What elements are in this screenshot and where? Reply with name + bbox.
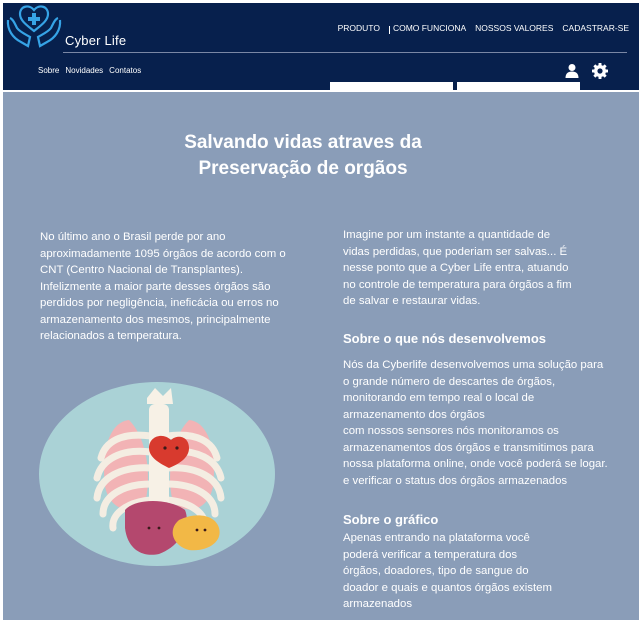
subnav-contatos[interactable]: Contatos [109,66,141,75]
user-icon[interactable] [564,63,580,79]
imagine-paragraph: Imagine por um instante a quantidade de … [343,229,572,307]
nav-cadastrar[interactable]: CADASTRAR-SE [562,23,629,34]
nav-como-funciona[interactable]: COMO FUNCIONA [393,23,466,34]
main-content: Salvando vidas atraves da Preservação de… [3,92,639,620]
header-divider [63,52,627,53]
sub-nav: Sobre Novidades Contatos [38,66,147,75]
section-heading-grafico: Sobre o gráfico [343,512,439,527]
top-navbar: Cyber Life PRODUTO COMO FUNCIONA NOSSOS … [3,3,639,93]
brand-name[interactable]: Cyber Life [65,33,126,48]
nav-produto[interactable]: PRODUTO [338,23,380,34]
page-title: Salvando vidas atraves da Preservação de… [184,132,422,179]
nav-nossos-valores[interactable]: NOSSOS VALORES [475,23,553,34]
organs-illustration [39,382,275,566]
intro-paragraph: No último ano o Brasil perde por ano apr… [40,231,286,342]
logo-hands-heart-icon[interactable] [5,4,63,48]
subnav-sobre[interactable]: Sobre [38,66,59,75]
gear-icon[interactable] [591,62,609,80]
nav-separator [388,26,390,34]
desenvolvemos-paragraph: Nós da Cyberlife desenvolvemos uma soluç… [343,359,608,487]
section-heading-desenvolvemos: Sobre o que nós desenvolvemos [343,331,546,346]
top-nav: PRODUTO COMO FUNCIONA NOSSOS VALORES CAD… [329,23,629,34]
subnav-novidades[interactable]: Novidades [65,66,103,75]
grafico-paragraph: Apenas entrando na plataforma você poder… [343,532,552,610]
